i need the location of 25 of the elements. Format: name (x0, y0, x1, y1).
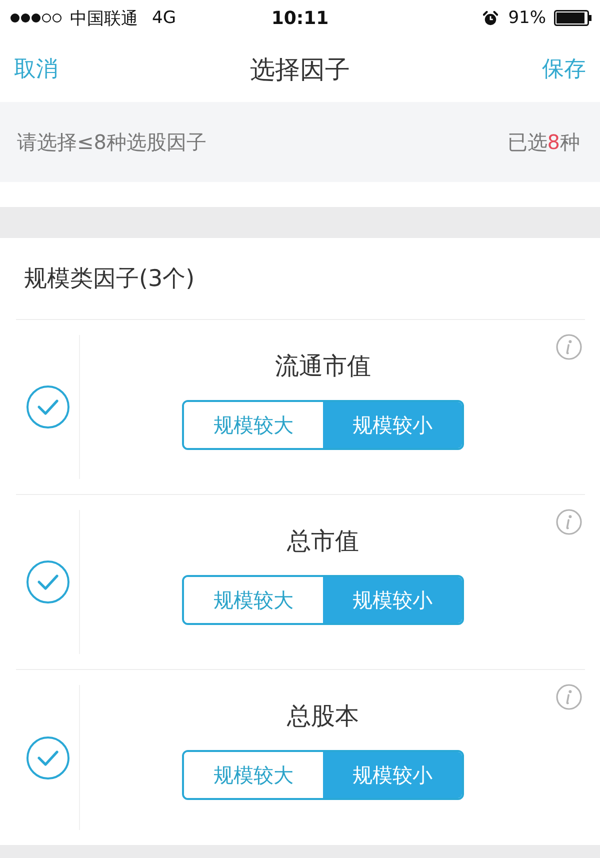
carrier-name: 中国联通 (70, 8, 138, 30)
segment-option[interactable]: 规模较小 (323, 577, 462, 623)
checked-circle-icon[interactable] (26, 736, 70, 780)
clock-time: 10:11 (271, 8, 329, 28)
network-type: 4G (152, 8, 176, 28)
instruction-text: 请选择≤8种选股因子 (17, 128, 206, 156)
battery-percent: 91% (508, 8, 546, 28)
alarm-clock-icon (483, 10, 498, 26)
save-button[interactable]: 保存 (540, 52, 588, 86)
factor-name: 流通市值 (275, 351, 371, 382)
section-title: 规模类因子(3个) (24, 265, 195, 294)
info-icon[interactable] (556, 334, 582, 360)
checked-circle-icon[interactable] (26, 560, 70, 604)
checked-circle-icon[interactable] (26, 385, 70, 429)
selected-count: 已选8种 (507, 128, 580, 156)
segment-option[interactable]: 规模较小 (323, 752, 462, 798)
factor-name: 总股本 (287, 701, 359, 732)
info-icon[interactable] (556, 684, 582, 710)
info-icon[interactable] (556, 509, 582, 535)
factor-name: 总市值 (287, 526, 359, 557)
segment-option[interactable]: 规模较小 (323, 402, 462, 448)
page-title: 选择因子 (250, 54, 350, 86)
signal-strength-icon (10, 13, 62, 23)
cancel-button[interactable]: 取消 (12, 52, 60, 86)
battery-icon (554, 10, 592, 26)
